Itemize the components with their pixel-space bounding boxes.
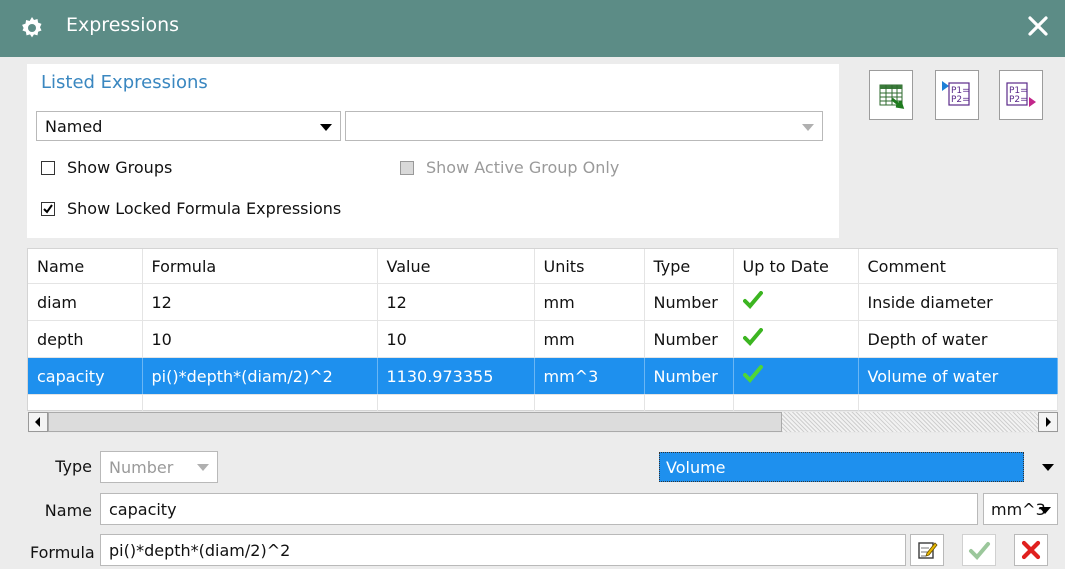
cell-type: Number [644, 320, 734, 358]
cell-formula: 12 [142, 283, 378, 321]
column-header[interactable]: Up to Date [733, 249, 859, 284]
cell-name: capacity [28, 357, 143, 395]
cell-up-to-date [733, 283, 859, 321]
checkbox-box [400, 160, 414, 175]
chevron-down-icon [1042, 464, 1054, 471]
cell-name: depth [28, 320, 143, 358]
close-icon[interactable] [1025, 13, 1051, 39]
table-row[interactable]: diam 12 12 mm Number Inside diameter [28, 283, 1058, 321]
show-groups-checkbox[interactable]: Show Groups [41, 158, 172, 177]
gear-icon [22, 17, 42, 38]
spreadsheet-export-icon [879, 84, 905, 109]
scrollbar-thumb[interactable] [48, 412, 782, 432]
cell-comment: Inside diameter [858, 283, 1058, 321]
checkmark-icon [43, 203, 53, 214]
scroll-right-button[interactable] [1038, 412, 1058, 432]
listed-expressions-heading: Listed Expressions [41, 72, 208, 93]
accept-check-icon [969, 542, 990, 560]
title-bar: Expressions [0, 0, 1065, 57]
cell-formula: pi()*depth*(diam/2)^2 [142, 357, 378, 395]
show-active-group-only-checkbox: Show Active Group Only [400, 158, 619, 177]
green-check-icon [742, 291, 763, 309]
export-spreadsheet-button[interactable] [869, 70, 913, 120]
cell-units: mm [534, 283, 645, 321]
units-dropdown[interactable]: mm^3 [983, 493, 1058, 525]
cell-type: Number [644, 283, 734, 321]
listed-filter-dropdown[interactable]: Named [36, 111, 341, 141]
green-check-icon [742, 365, 763, 383]
name-input[interactable]: capacity [100, 493, 978, 525]
window-title: Expressions [66, 14, 180, 36]
cell-value: 10 [377, 320, 535, 358]
cell-name: diam [28, 283, 143, 321]
scrollbar-track[interactable] [782, 412, 1038, 432]
dimension-selected-field[interactable]: Volume [659, 452, 1024, 482]
formula-label: Formula [30, 543, 95, 562]
show-locked-formula-checkbox[interactable]: Show Locked Formula Expressions [41, 199, 341, 218]
accept-button[interactable] [962, 534, 996, 566]
horizontal-scrollbar[interactable] [28, 411, 1058, 433]
scroll-left-button[interactable] [28, 412, 48, 432]
export-icon-line2: P2= [1009, 95, 1028, 105]
cancel-button[interactable] [1014, 534, 1048, 566]
checkbox-box[interactable] [41, 160, 55, 175]
chevron-down-icon [320, 124, 332, 131]
show-active-group-only-label: Show Active Group Only [426, 158, 620, 177]
table-row[interactable]: depth 10 10 mm Number Depth of water [28, 320, 1058, 358]
column-header[interactable]: Comment [858, 249, 1058, 284]
listed-expressions-panel: Listed Expressions Named Show Groups Sho… [27, 64, 839, 238]
green-check-icon [742, 328, 763, 346]
chevron-down-icon [802, 124, 814, 131]
expressions-table: Name Formula Value Units Type Up to Date… [27, 248, 1058, 416]
checkbox-box[interactable] [41, 201, 55, 216]
show-groups-label: Show Groups [67, 158, 173, 177]
export-expressions-icon: P1= P2= [1006, 82, 1036, 107]
dimension-dropdown[interactable]: Volume [656, 450, 1058, 484]
chevron-down-icon [197, 464, 209, 471]
type-label: Type [55, 457, 92, 476]
type-value: Number [109, 458, 174, 477]
column-header[interactable]: Type [644, 249, 734, 284]
import-expressions-icon: P1= P2= [942, 81, 970, 106]
cell-value: 12 [377, 283, 535, 321]
cell-comment: Depth of water [858, 320, 1058, 358]
export-expressions-button[interactable]: P1= P2= [999, 70, 1043, 120]
arrow-right-icon [1046, 417, 1051, 427]
name-input-value: capacity [109, 500, 177, 519]
chevron-down-icon [1039, 507, 1051, 514]
units-value: mm^3 [991, 500, 1046, 519]
cancel-x-icon [1021, 540, 1041, 560]
formula-input-value: pi()*depth*(diam/2)^2 [109, 541, 291, 560]
import-icon-line2: P2= [951, 95, 970, 105]
column-header[interactable]: Value [377, 249, 535, 284]
listed-filter-value: Named [45, 117, 103, 136]
cell-value: 1130.973355 [377, 357, 535, 395]
cell-units: mm^3 [534, 357, 645, 395]
arrow-left-icon [35, 417, 40, 427]
column-header[interactable]: Name [28, 249, 143, 284]
secondary-filter-dropdown[interactable] [345, 111, 823, 141]
column-header[interactable]: Formula [142, 249, 378, 284]
table-row-selected[interactable]: capacity pi()*depth*(diam/2)^2 1130.9733… [28, 357, 1058, 395]
show-locked-formula-label: Show Locked Formula Expressions [67, 199, 342, 218]
cell-up-to-date [733, 320, 859, 358]
cell-up-to-date [733, 357, 859, 395]
import-expressions-button[interactable]: P1= P2= [935, 70, 979, 120]
table-header-row: Name Formula Value Units Type Up to Date… [28, 249, 1058, 284]
formula-input[interactable]: pi()*depth*(diam/2)^2 [100, 534, 906, 566]
cell-formula: 10 [142, 320, 378, 358]
cell-type: Number [644, 357, 734, 395]
column-header[interactable]: Units [534, 249, 645, 284]
dimension-value: Volume [666, 458, 726, 477]
cell-comment: Volume of water [858, 357, 1058, 395]
name-label: Name [44, 501, 92, 520]
type-dropdown: Number [100, 451, 218, 483]
edit-formula-icon [918, 542, 938, 559]
edit-formula-button[interactable] [910, 534, 944, 566]
cell-units: mm [534, 320, 645, 358]
